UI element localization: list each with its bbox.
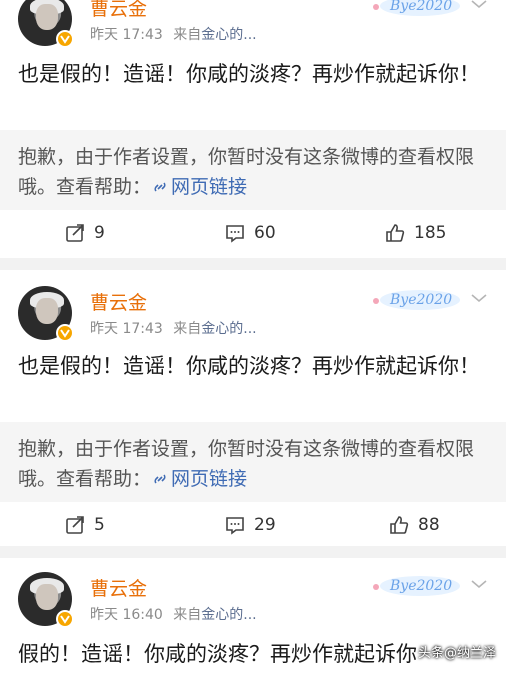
web-link-label: 网页链接 — [171, 468, 248, 490]
verified-icon — [56, 610, 74, 628]
like-count: 88 — [418, 515, 440, 535]
username[interactable]: 曹云金 — [90, 0, 147, 21]
post-card[interactable]: 曹云金 昨天 17:43 来自金心的... Bye2020 也是假的！造谣！你咸… — [0, 0, 506, 258]
comment-count: 60 — [254, 223, 276, 243]
avatar[interactable] — [18, 572, 74, 628]
like-count: 185 — [414, 223, 447, 243]
post-card[interactable]: 曹云金 昨天 17:43 来自金心的... Bye2020 也是假的！造谣！你咸… — [0, 270, 506, 546]
watermark: 头条@纳兰泽 — [418, 646, 497, 661]
username[interactable]: 曹云金 — [90, 288, 147, 315]
repost-icon — [66, 224, 84, 242]
repost-button[interactable]: 5 — [64, 514, 105, 536]
post-meta: 昨天 17:43 来自金心的... — [90, 318, 257, 338]
bye2020-badge-icon: Bye2020 — [373, 0, 460, 16]
chevron-down-icon[interactable] — [470, 0, 488, 10]
restricted-notice: 抱歉，由于作者设置，你暂时没有这条微博的查看权限哦。查看帮助： 网页链接 — [0, 422, 506, 502]
source-link[interactable]: 金心的... — [201, 27, 256, 43]
restricted-notice: 抱歉，由于作者设置，你暂时没有这条微博的查看权限哦。查看帮助： 网页链接 — [0, 130, 506, 210]
username[interactable]: 曹云金 — [90, 574, 147, 601]
comment-count: 29 — [254, 515, 276, 535]
like-button[interactable]: 185 — [384, 222, 446, 244]
avatar-face — [36, 584, 58, 610]
repost-icon — [66, 516, 84, 534]
thumbs-up-icon — [386, 224, 405, 242]
bye2020-badge-icon: Bye2020 — [373, 290, 460, 310]
like-button[interactable]: 88 — [388, 514, 440, 536]
verified-icon — [56, 30, 74, 48]
source-link[interactable]: 金心的... — [201, 321, 256, 337]
post-time: 昨天 16:40 — [90, 607, 163, 623]
bye2020-badge-icon: Bye2020 — [373, 576, 460, 596]
badge-text: Bye2020 — [389, 292, 452, 308]
source-link[interactable]: 金心的... — [201, 607, 256, 623]
post-divider — [0, 258, 506, 270]
source-prefix: 来自 — [173, 27, 202, 43]
comment-icon — [226, 517, 244, 535]
repost-count: 9 — [94, 223, 105, 243]
source-prefix: 来自 — [173, 607, 202, 623]
action-bar: 9 60 185 — [0, 214, 506, 258]
web-link[interactable]: 网页链接 — [151, 468, 247, 490]
post-header: 曹云金 昨天 16:40 来自金心的... Bye2020 — [0, 572, 506, 628]
web-link[interactable]: 网页链接 — [151, 176, 247, 198]
post-time: 昨天 17:43 — [90, 321, 163, 337]
avatar-face — [36, 298, 58, 324]
avatar[interactable] — [18, 286, 74, 342]
repost-button[interactable]: 9 — [64, 222, 105, 244]
comment-button[interactable]: 60 — [224, 222, 276, 244]
post-meta: 昨天 17:43 来自金心的... — [90, 24, 257, 44]
comment-button[interactable]: 29 — [224, 514, 276, 536]
avatar-face — [36, 4, 58, 30]
web-link-label: 网页链接 — [171, 176, 248, 198]
thumbs-up-icon — [390, 516, 409, 534]
post-meta: 昨天 16:40 来自金心的... — [90, 604, 257, 624]
action-bar: 5 29 88 — [0, 506, 506, 550]
link-icon — [154, 182, 166, 192]
badge-text: Bye2020 — [389, 578, 452, 594]
weibo-feed: 曹云金 昨天 17:43 来自金心的... Bye2020 也是假的！造谣！你咸… — [0, 0, 506, 673]
post-divider — [0, 546, 506, 558]
source-prefix: 来自 — [173, 321, 202, 337]
chevron-down-icon[interactable] — [470, 578, 488, 590]
repost-count: 5 — [94, 515, 105, 535]
post-text: 也是假的！造谣！你咸的淡疼？再炒作就起诉你！ — [18, 62, 480, 86]
post-header: 曹云金 昨天 17:43 来自金心的... Bye2020 — [0, 286, 506, 342]
link-icon — [154, 474, 166, 484]
post-header: 曹云金 昨天 17:43 来自金心的... Bye2020 — [0, 0, 506, 48]
avatar[interactable] — [18, 0, 74, 48]
comment-icon — [226, 225, 244, 243]
post-text: 也是假的！造谣！你咸的淡疼？再炒作就起诉你！ — [18, 354, 480, 378]
post-time: 昨天 17:43 — [90, 27, 163, 43]
chevron-down-icon[interactable] — [470, 292, 488, 304]
verified-icon — [56, 324, 74, 342]
badge-text: Bye2020 — [389, 0, 452, 14]
